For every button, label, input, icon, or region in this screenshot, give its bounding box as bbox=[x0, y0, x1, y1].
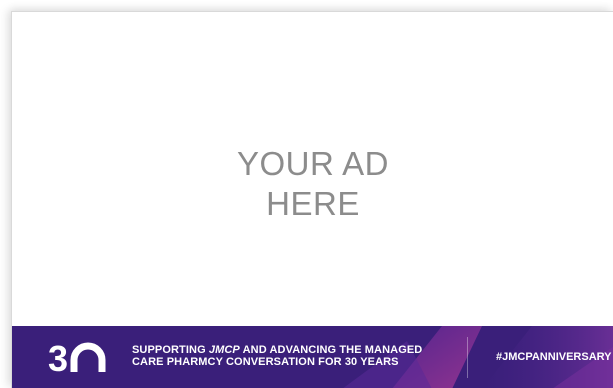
anniversary-banner[interactable]: 3 SUPPORTING JMCP AND ADVANCING THE MANA… bbox=[12, 326, 613, 388]
ad-placeholder-line1: YOUR AD bbox=[236, 145, 390, 182]
tagline-line1: SUPPORTING JMCP AND ADVANCING THE MANAGE… bbox=[132, 344, 422, 356]
ad-frame: YOUR AD HERE 3 SUPPORTING JMCP AND ADVAN… bbox=[11, 11, 613, 388]
30-anniversary-logo: 3 bbox=[48, 338, 106, 378]
tagline-journal: JMCP bbox=[208, 344, 240, 356]
logo-zero-arc bbox=[70, 342, 106, 372]
ad-placeholder-line2: HERE bbox=[266, 185, 360, 222]
tagline-suffix: AND ADVANCING THE MANAGED bbox=[239, 344, 423, 356]
hashtag-label: #JMCPANNIVERSARY bbox=[496, 351, 612, 363]
tagline-line2: CARE PHARMCY CONVERSATION FOR 30 YEARS bbox=[132, 356, 399, 368]
banner-divider bbox=[467, 337, 468, 378]
banner-tagline: SUPPORTING JMCP AND ADVANCING THE MANAGE… bbox=[132, 344, 422, 368]
ad-placeholder-text: YOUR AD HERE bbox=[12, 144, 613, 224]
tagline-prefix: SUPPORTING bbox=[132, 344, 209, 356]
ad-slot[interactable]: YOUR AD HERE bbox=[12, 12, 613, 326]
logo-digit-three: 3 bbox=[48, 338, 68, 378]
